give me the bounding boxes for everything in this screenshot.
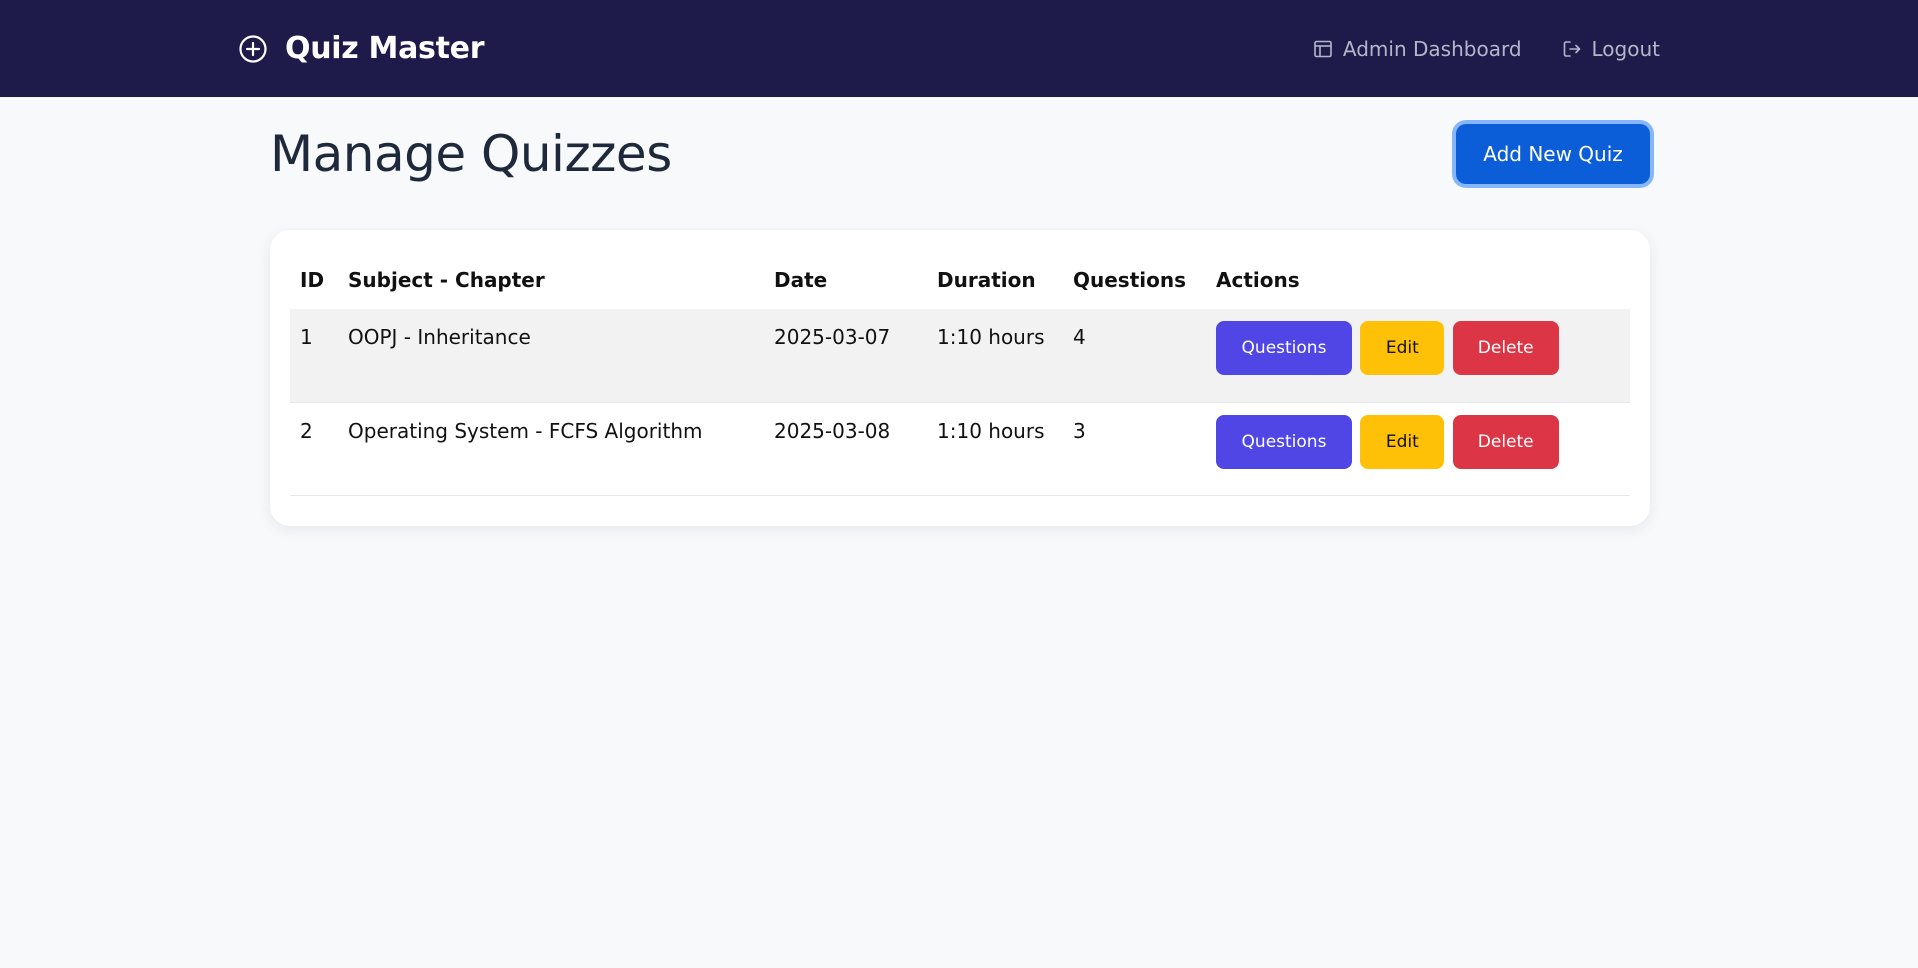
column-id: ID — [300, 267, 325, 292]
nav-links: Admin Dashboard Logout — [1313, 0, 1660, 97]
cell-questions: 3 — [1073, 418, 1086, 443]
questions-button[interactable]: Questions — [1216, 321, 1352, 375]
cell-duration: 1:10 hours — [937, 325, 1045, 349]
cell-duration: 1:10 hours — [937, 418, 1045, 443]
questions-button[interactable]: Questions — [1216, 414, 1352, 469]
edit-button[interactable]: Edit — [1360, 321, 1445, 375]
brand-name: Quiz Master — [285, 31, 485, 66]
column-questions: Questions — [1073, 267, 1187, 292]
table-row: 1 OOPJ - Inheritance 2025-03-07 1:10 hou… — [290, 309, 1630, 403]
layout-icon — [1314, 40, 1332, 57]
cell-questions: 4 — [1073, 325, 1086, 349]
main-content: Manage Quizzes Add New Quiz ID Subject -… — [270, 97, 1650, 526]
logout-icon — [1563, 40, 1580, 57]
column-subject-chapter: Subject - Chapter — [348, 267, 545, 292]
delete-button[interactable]: Delete — [1452, 414, 1559, 469]
cell-id: 2 — [300, 418, 313, 443]
cell-subject-chapter: Operating System - FCFS Algorithm — [348, 418, 703, 443]
column-actions: Actions — [1216, 267, 1300, 292]
add-new-quiz-button[interactable]: Add New Quiz — [1456, 124, 1650, 184]
table-header-row: ID Subject - Chapter Date Duration Quest… — [290, 250, 1630, 309]
quiz-table-card: ID Subject - Chapter Date Duration Quest… — [270, 230, 1650, 526]
page-header: Manage Quizzes Add New Quiz — [270, 97, 1650, 230]
navbar: Quiz Master Admin Dashboard Logout — [0, 0, 1918, 97]
plus-circle-icon — [239, 34, 267, 63]
nav-admin-dashboard[interactable]: Admin Dashboard — [1313, 37, 1522, 61]
cell-actions: Questions Edit Delete — [1206, 402, 1630, 496]
cell-date: 2025-03-08 — [774, 418, 891, 443]
table-row: 2 Operating System - FCFS Algorithm 2025… — [290, 402, 1630, 496]
cell-id: 1 — [300, 325, 313, 349]
brand-link[interactable]: Quiz Master — [238, 0, 484, 97]
cell-date: 2025-03-07 — [774, 325, 891, 349]
column-duration: Duration — [937, 267, 1036, 292]
nav-admin-dashboard-label: Admin Dashboard — [1342, 36, 1522, 61]
quiz-table: ID Subject - Chapter Date Duration Quest… — [290, 250, 1630, 496]
edit-button[interactable]: Edit — [1360, 414, 1445, 469]
page-title: Manage Quizzes — [270, 125, 672, 183]
cell-subject-chapter: OOPJ - Inheritance — [348, 325, 531, 349]
delete-button[interactable]: Delete — [1452, 321, 1559, 375]
column-date: Date — [774, 267, 828, 292]
nav-logout[interactable]: Logout — [1562, 37, 1660, 61]
cell-actions: Questions Edit Delete — [1206, 309, 1630, 403]
nav-logout-label: Logout — [1591, 36, 1660, 61]
